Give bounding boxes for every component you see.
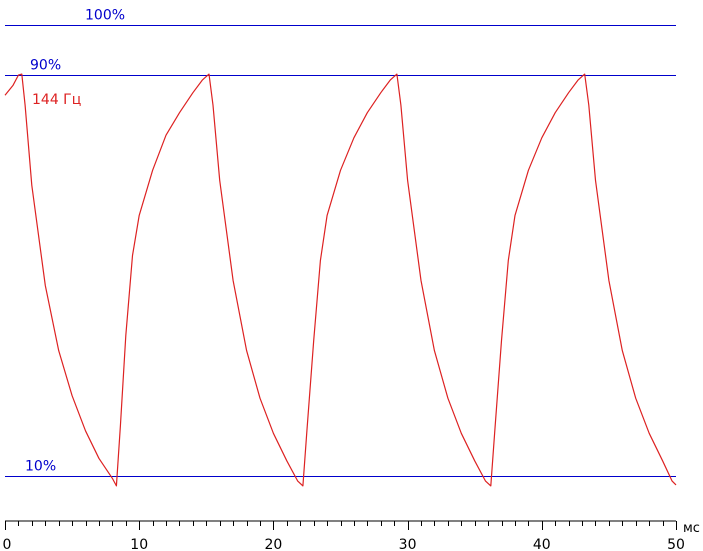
x-tick-label: 10 [130, 537, 148, 551]
x-tick-label: 0 [3, 537, 12, 551]
reference-line-label: 100% [85, 8, 125, 24]
series-label: 144 Гц [32, 92, 81, 108]
x-axis-unit-label: мс [683, 521, 700, 536]
x-tick-label: 20 [264, 537, 282, 551]
chart: 100% 90% 10% 144 Гц 0 10 20 30 40 50 мс [3, 8, 700, 551]
x-tick-label: 50 [667, 537, 685, 551]
x-tick-label: 30 [399, 537, 417, 551]
series-line [4, 73, 677, 487]
reference-line-label: 10% [25, 459, 56, 475]
x-tick-label: 40 [533, 537, 551, 551]
series-layer: 144 Гц [4, 73, 677, 487]
reference-lines: 100% 90% 10% [5, 8, 676, 477]
x-axis: 0 10 20 30 40 50 [3, 520, 685, 551]
reference-line-label: 90% [30, 58, 61, 74]
